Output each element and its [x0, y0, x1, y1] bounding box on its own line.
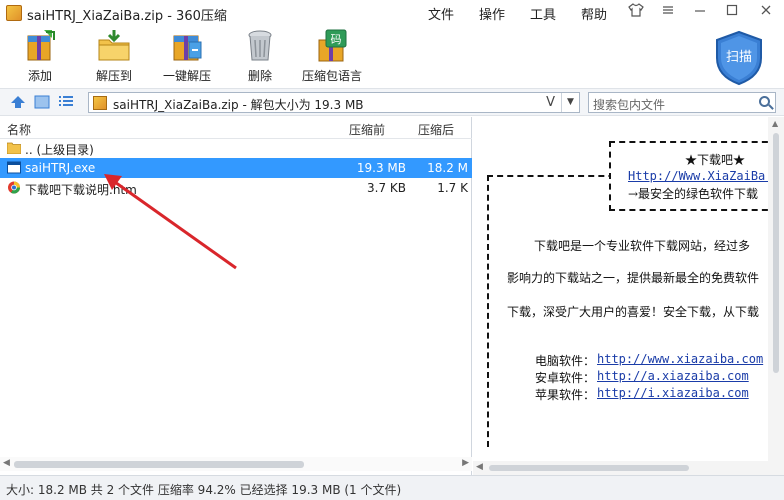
preview-box-slogan: →最安全的绿色软件下载: [628, 187, 759, 201]
one-click-extract-label: 一键解压: [162, 69, 211, 83]
folder-icon: [6, 141, 22, 155]
preview-link-label: 安卓软件：: [535, 371, 596, 385]
comment-glyph: 码: [331, 33, 342, 46]
minimize-icon[interactable]: [690, 3, 710, 21]
scroll-left-icon[interactable]: ◀: [3, 458, 10, 468]
menu-operation[interactable]: 操作: [479, 4, 505, 23]
list-view-icon[interactable]: [58, 95, 74, 109]
list-item-selected[interactable]: saiHTRJ.exe 19.3 MB 18.2 M: [0, 158, 472, 178]
menu-dropdown-icon[interactable]: [658, 3, 678, 21]
one-click-extract-button[interactable]: 一键解压: [155, 28, 219, 86]
extract-to-button[interactable]: 解压到: [82, 28, 146, 86]
preview-paragraph: 下载吧是一个专业软件下载网站，经过多: [534, 239, 751, 253]
zip-icon: [93, 96, 107, 110]
menu-help[interactable]: 帮助: [581, 4, 607, 23]
comment-button[interactable]: 码 压缩包语言: [300, 28, 364, 86]
file-size-original: 19.3 MB: [356, 161, 406, 175]
preview-pane: ★下载吧★ Http://Www.XiaZaiBa. →最安全的绿色软件下载 下…: [473, 117, 784, 475]
preview-horizontal-scrollbar[interactable]: ◀: [473, 461, 784, 475]
delete-button[interactable]: 删除: [228, 28, 292, 86]
file-size-packed: 18.2 M: [427, 161, 468, 175]
app-icon: [6, 5, 22, 21]
shield-icon: 扫描: [716, 30, 762, 86]
file-name: 下载吧下载说明.htm: [25, 183, 137, 197]
column-packed[interactable]: 压缩后: [418, 121, 454, 138]
toolbar: 添加 解压到 一键解压 删除 码 压缩包语言 扫描: [0, 26, 784, 88]
scroll-left-icon[interactable]: ◀: [476, 462, 483, 472]
path-dropdown-icon[interactable]: ▼: [561, 93, 579, 112]
preview-paragraph: 下载，深受广大用户的喜爱！安全下载，从下载: [507, 305, 760, 319]
preview-link[interactable]: http://a.xiazaiba.com: [597, 369, 749, 383]
comment-label: 压缩包语言: [301, 69, 362, 83]
preview-vertical-scrollbar[interactable]: ▲: [768, 117, 784, 461]
file-size-original: 3.7 KB: [367, 181, 406, 195]
extract-to-label: 解压到: [95, 69, 132, 83]
preview-link[interactable]: http://www.xiazaiba.com: [597, 352, 763, 366]
thumbnail-view-icon[interactable]: [34, 95, 50, 109]
scroll-right-icon[interactable]: ▶: [462, 458, 469, 468]
scroll-thumb[interactable]: [14, 461, 304, 468]
maximize-icon[interactable]: [722, 3, 742, 21]
search-input[interactable]: 搜索包内文件: [588, 92, 776, 113]
html-file-icon: [7, 181, 21, 194]
list-header: 名称 压缩前 压缩后: [0, 117, 472, 139]
preview-link-label: 苹果软件：: [535, 388, 596, 402]
preview-box-link[interactable]: Http://Www.XiaZaiBa.: [628, 169, 773, 183]
search-icon[interactable]: [759, 96, 770, 107]
preview-box-title: ★下载吧★: [685, 153, 746, 167]
column-name[interactable]: 名称: [7, 121, 31, 138]
scan-label: 扫描: [726, 50, 752, 65]
preview-link-label: 电脑软件：: [535, 354, 596, 368]
scan-button[interactable]: 扫描: [714, 30, 764, 86]
trash-icon: [242, 28, 278, 64]
file-name: saiHTRJ.exe: [25, 161, 96, 175]
search-placeholder: 搜索包内文件: [593, 98, 666, 112]
add-label: 添加: [27, 69, 52, 83]
list-item[interactable]: 下载吧下载说明.htm 3.7 KB 1.7 K: [0, 178, 472, 198]
add-archive-icon: [22, 28, 58, 64]
window-title: saiHTRJ_XiaZaiBa.zip - 360压缩: [27, 9, 227, 24]
file-size-packed: 1.7 K: [437, 181, 468, 195]
close-icon[interactable]: [756, 3, 776, 21]
comment-icon: 码: [314, 28, 350, 64]
path-text: saiHTRJ_XiaZaiBa.zip - 解包大小为 19.3 MB: [113, 98, 364, 112]
horizontal-scrollbar[interactable]: ◀ ▶: [0, 457, 472, 471]
scroll-up-icon[interactable]: ▲: [772, 119, 778, 128]
file-name: .. (上级目录): [25, 143, 94, 157]
column-compressed[interactable]: 压缩前: [349, 121, 385, 138]
title-bar: saiHTRJ_XiaZaiBa.zip - 360压缩 文件 操作 工具 帮助: [0, 0, 784, 26]
exe-icon: [7, 161, 21, 174]
scroll-thumb[interactable]: [773, 133, 779, 373]
menu-tools[interactable]: 工具: [530, 4, 556, 23]
file-list: 名称 压缩前 压缩后 .. (上级目录) saiHTRJ.exe 19.3 MB…: [0, 117, 472, 475]
address-bar: saiHTRJ_XiaZaiBa.zip - 解包大小为 19.3 MB V ▼…: [0, 88, 784, 116]
preview-link[interactable]: http://i.xiazaiba.com: [597, 386, 749, 400]
status-bar: 大小: 18.2 MB 共 2 个文件 压缩率 94.2% 已经选择 19.3 …: [0, 475, 784, 500]
delete-label: 删除: [247, 69, 272, 83]
preview-paragraph: 影响力的下载站之一，提供最新最全的免费软件: [507, 271, 760, 285]
add-button[interactable]: 添加: [8, 28, 72, 86]
one-click-extract-icon: [169, 28, 205, 64]
extract-folder-icon: [96, 28, 132, 64]
status-text: 大小: 18.2 MB 共 2 个文件 压缩率 94.2% 已经选择 19.3 …: [6, 483, 402, 497]
scroll-thumb[interactable]: [489, 465, 689, 471]
path-history-glyph[interactable]: V: [546, 95, 555, 110]
menu-file[interactable]: 文件: [428, 4, 454, 23]
path-field[interactable]: saiHTRJ_XiaZaiBa.zip - 解包大小为 19.3 MB V ▼: [88, 92, 580, 113]
list-item-parent[interactable]: .. (上级目录): [0, 138, 472, 158]
skin-icon[interactable]: [626, 3, 646, 21]
up-arrow-icon[interactable]: [10, 95, 26, 109]
